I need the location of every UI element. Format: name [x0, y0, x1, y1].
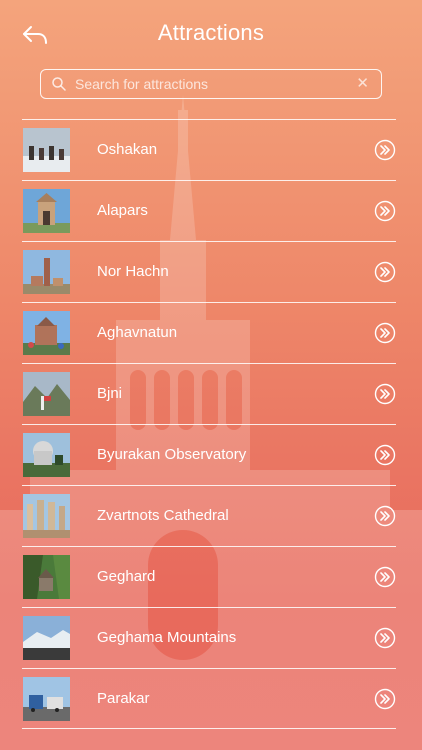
chevron-right-icon[interactable] — [374, 688, 396, 710]
oshakan-thumbnail — [23, 128, 70, 172]
chevron-right-icon[interactable] — [374, 322, 396, 344]
nor-hachn-thumbnail — [23, 250, 70, 294]
list-item[interactable]: Byurakan Observatory — [22, 424, 396, 485]
list-item[interactable]: Zvartnots Cathedral — [22, 485, 396, 546]
zvartnots-cathedral-thumbnail — [23, 494, 70, 538]
list-item[interactable]: Bjni — [22, 363, 396, 424]
list-item[interactable]: Nor Hachn — [22, 241, 396, 302]
list-item[interactable]: Geghard — [22, 546, 396, 607]
clear-icon[interactable]: ✕ — [356, 76, 369, 92]
attraction-name: Bjni — [97, 385, 123, 402]
geghama-mountains-thumbnail — [23, 616, 70, 660]
parakar-thumbnail — [23, 677, 70, 721]
header-bar: Attractions — [0, 0, 422, 68]
list-item[interactable]: Geghama Mountains — [22, 607, 396, 668]
page-title: Attractions — [157, 20, 265, 45]
chevron-right-icon[interactable] — [374, 200, 396, 222]
attraction-name: Geghard — [97, 568, 156, 585]
search-input[interactable] — [75, 70, 345, 98]
bjni-thumbnail — [23, 372, 70, 416]
chevron-right-icon[interactable] — [374, 627, 396, 649]
chevron-right-icon[interactable] — [374, 566, 396, 588]
attraction-name: Geghama Mountains — [97, 629, 237, 646]
aghavnatun-thumbnail — [23, 311, 70, 355]
list-item[interactable]: Oshakan — [22, 119, 396, 180]
attraction-name: Aghavnatun — [97, 324, 178, 341]
attraction-name: Nor Hachn — [97, 263, 169, 280]
geghard-thumbnail — [23, 555, 70, 599]
chevron-right-icon[interactable] — [374, 139, 396, 161]
attraction-name: Zvartnots Cathedral — [97, 507, 229, 524]
chevron-right-icon[interactable] — [374, 261, 396, 283]
attraction-name: Alapars — [97, 202, 148, 219]
alapars-thumbnail — [23, 189, 70, 233]
attraction-name: Byurakan Observatory — [97, 446, 247, 463]
chevron-right-icon[interactable] — [374, 444, 396, 466]
attraction-name: Parakar — [97, 690, 150, 707]
list-item[interactable]: Parakar — [22, 668, 396, 729]
list-item[interactable]: Aghavnatun — [22, 302, 396, 363]
search-bar: ✕ — [40, 69, 382, 99]
attraction-name: Oshakan — [97, 141, 158, 158]
chevron-right-icon[interactable] — [374, 505, 396, 527]
search-icon — [52, 77, 66, 91]
attractions-list: Oshakan Alapars Nor Hachn Aghavnatun Bjni Byu… — [22, 119, 396, 729]
chevron-right-icon[interactable] — [374, 383, 396, 405]
byurakan-observatory-thumbnail — [23, 433, 70, 477]
list-item[interactable]: Alapars — [22, 180, 396, 241]
